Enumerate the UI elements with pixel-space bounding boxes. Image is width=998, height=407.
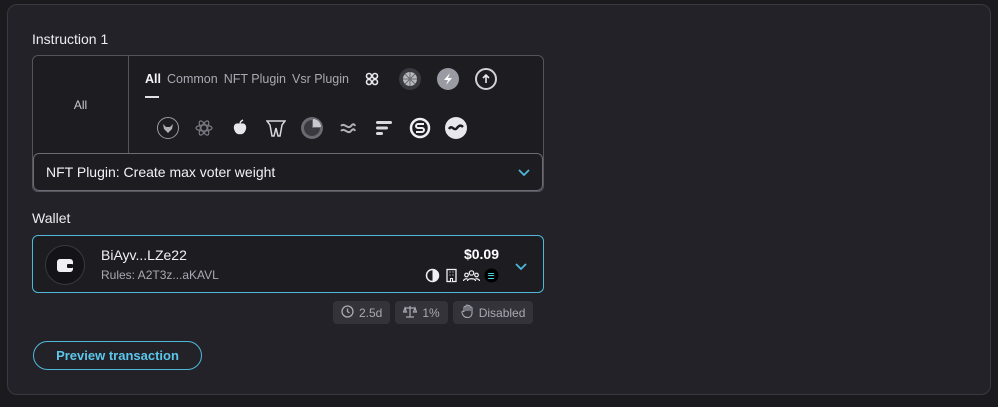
chip-label: 1%	[422, 305, 440, 320]
instruction-select-value: NFT Plugin: Create max voter weight	[46, 164, 276, 180]
atom-icon[interactable]	[193, 117, 215, 139]
chip-voting-time: 2.5d	[333, 301, 391, 324]
lightning-icon[interactable]	[436, 68, 459, 90]
instruction-label: Instruction 1	[32, 31, 109, 47]
wallet-rules: Rules: A2T3z...aKAVL	[101, 268, 219, 282]
chip-veto: Disabled	[452, 301, 534, 324]
group-icon	[462, 268, 481, 288]
wallet-label: Wallet	[32, 210, 71, 226]
preview-transaction-button[interactable]: Preview transaction	[33, 341, 202, 370]
filter-all[interactable]: All	[145, 72, 161, 98]
chevron-down-icon[interactable]	[518, 164, 530, 180]
wallet-select[interactable]: BiAyv...LZe22 Rules: A2T3z...aKAVL $0.09	[32, 235, 544, 293]
s-ring-icon[interactable]	[409, 117, 431, 139]
contrast-icon	[425, 268, 440, 288]
circle-arrow-icon[interactable]	[474, 68, 497, 90]
chevron-down-icon[interactable]	[515, 258, 527, 276]
chip-label: 2.5d	[359, 305, 383, 320]
filter-common[interactable]: Common	[167, 72, 218, 86]
proposal-panel: Instruction 1 All All Common NFT Plugin …	[7, 4, 991, 395]
apple-leaf-icon[interactable]	[229, 117, 251, 139]
stripes-icon[interactable]	[373, 117, 395, 139]
program-icon-row	[157, 117, 467, 139]
filter-vsr-plugin[interactable]: Vsr Plugin	[292, 72, 349, 86]
wave-s-icon[interactable]	[337, 117, 359, 139]
scale-icon	[402, 305, 418, 321]
wave-circle-icon[interactable]	[445, 117, 467, 139]
instruction-select[interactable]: NFT Plugin: Create max voter weight	[33, 153, 543, 191]
m-shield-icon[interactable]	[265, 117, 287, 139]
mango-x-icon[interactable]	[361, 68, 383, 90]
hand-icon	[461, 304, 474, 321]
chip-quorum: 1%	[395, 301, 448, 324]
solana-icon	[484, 268, 499, 288]
wallet-icon	[45, 245, 85, 285]
all-programs-cell[interactable]: All	[33, 56, 129, 154]
pie-icon[interactable]	[301, 117, 323, 139]
wallet-rule-chips: 2.5d 1% Disabled	[333, 301, 534, 324]
wallet-name: BiAyv...LZe22	[101, 247, 187, 263]
instruction-picker: All All Common NFT Plugin Vsr Plugin NFT…	[32, 55, 544, 192]
sphere-icon[interactable]	[398, 68, 421, 90]
clock-icon	[341, 304, 354, 321]
wallet-status-icons	[425, 268, 499, 288]
wallet-balance: $0.09	[463, 246, 499, 262]
building-icon	[444, 268, 459, 288]
chip-label: Disabled	[478, 305, 526, 320]
filter-nft-plugin[interactable]: NFT Plugin	[224, 72, 286, 86]
bull-icon[interactable]	[157, 117, 179, 139]
program-filter-bar: All Common NFT Plugin Vsr Plugin	[145, 68, 497, 98]
